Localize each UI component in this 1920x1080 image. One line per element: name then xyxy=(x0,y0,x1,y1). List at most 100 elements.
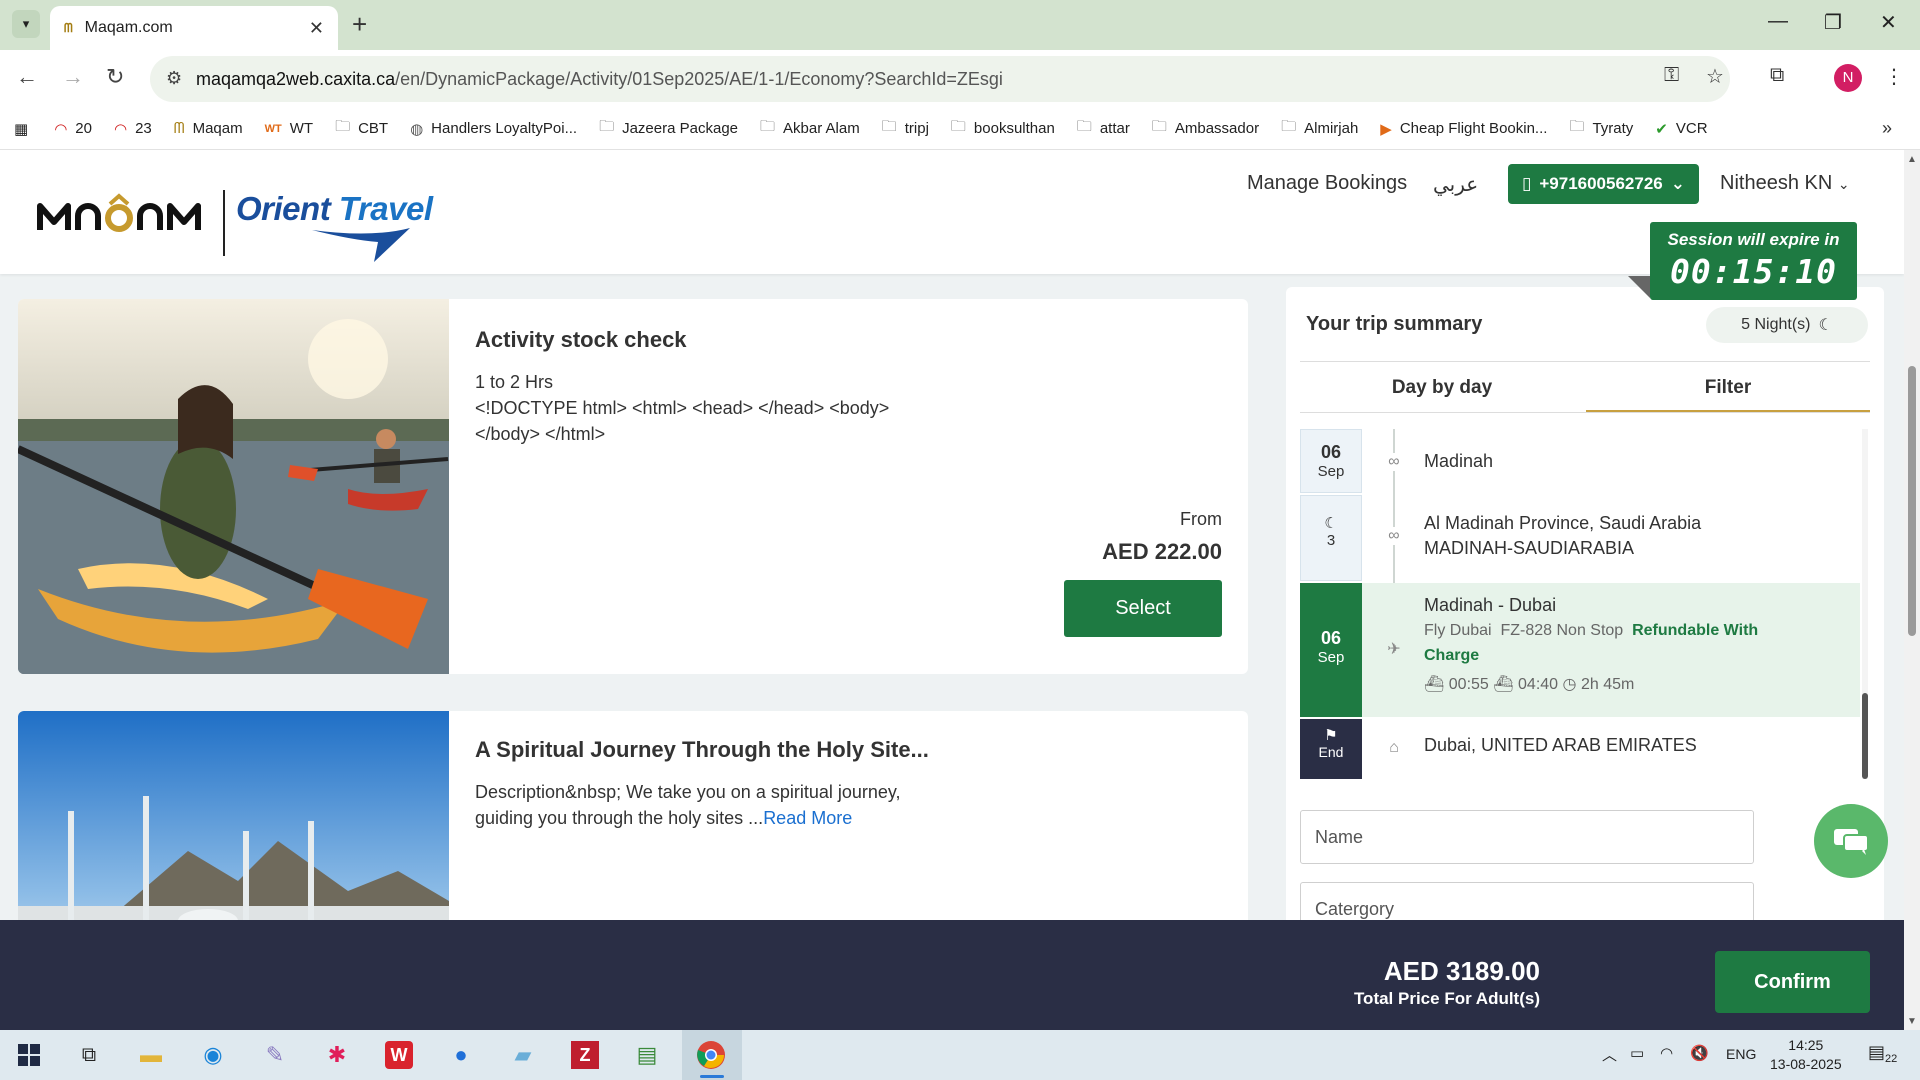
timeline-item-stay: Al Madinah Province, Saudi Arabia MADINA… xyxy=(1424,513,1702,558)
close-window-icon[interactable]: ✕ xyxy=(1880,10,1897,35)
confirm-button[interactable]: Confirm xyxy=(1715,951,1870,1013)
timeline-end: ⚑ End xyxy=(1300,719,1362,779)
phone-dropdown-button[interactable]: ▯ +971600562726 ⌄ xyxy=(1508,164,1699,204)
tab-filter[interactable]: Filter xyxy=(1586,371,1870,413)
bookmark-item[interactable]: ◍ Handlers LoyaltyPoi... xyxy=(410,120,577,138)
notifications-icon[interactable]: ▤22 xyxy=(1868,1042,1897,1065)
bookmark-item[interactable]: WT WT xyxy=(265,120,313,137)
paint-app-icon[interactable]: ✎ xyxy=(258,1038,292,1072)
minimize-icon[interactable]: — xyxy=(1768,10,1788,33)
restore-icon[interactable]: ❐ xyxy=(1824,10,1842,35)
filezilla-icon[interactable]: Z xyxy=(568,1038,602,1072)
read-more-link[interactable]: Read More xyxy=(763,808,852,828)
user-menu[interactable]: Nitheesh KN ⌄ xyxy=(1720,172,1850,195)
page-scrollbar[interactable]: ▲ ▼ xyxy=(1904,150,1920,1030)
more-bookmarks-icon[interactable]: » xyxy=(1882,118,1892,139)
timeline-scrollbar[interactable] xyxy=(1862,429,1868,779)
scroll-down-icon[interactable]: ▼ xyxy=(1907,1016,1917,1027)
battery-icon[interactable]: ▭ xyxy=(1630,1044,1644,1062)
bookmark-folder[interactable]: 🗀 CBT xyxy=(335,116,388,141)
filter-name-input[interactable]: Name xyxy=(1300,810,1754,864)
session-countdown: 00:15:10 xyxy=(1670,252,1837,291)
moon-icon: ☾ xyxy=(1324,515,1338,532)
browser-tab[interactable]: ᗰ Maqam.com ✕ xyxy=(50,6,338,50)
bookmark-item[interactable]: ᗰ Maqam xyxy=(174,120,243,137)
bookmark-folder[interactable]: 🗀 tripj xyxy=(882,116,929,141)
password-key-icon[interactable]: ⚿ xyxy=(1664,64,1679,87)
close-tab-icon[interactable]: ✕ xyxy=(309,18,324,39)
orient-travel-logo[interactable]: Orient Travel xyxy=(236,190,433,228)
timeline-date: 06 Sep xyxy=(1300,429,1362,493)
nights-badge: 5 Night(s) ☾ xyxy=(1706,307,1868,343)
session-timer-banner: Session will expire in 00:15:10 xyxy=(1650,222,1857,300)
apps-grid-icon[interactable]: ▦ xyxy=(14,120,28,138)
tab-search-button[interactable]: ▾ xyxy=(12,10,40,38)
bookmark-folder[interactable]: 🗀 Tyraty xyxy=(1569,116,1633,141)
bookmark-folder[interactable]: 🗀 Akbar Alam xyxy=(760,116,860,141)
mobile-phone-icon: ▯ xyxy=(1522,174,1532,193)
windows-start-icon[interactable] xyxy=(12,1038,46,1072)
tab-day-by-day[interactable]: Day by day xyxy=(1300,371,1584,413)
bookmark-folder[interactable]: 🗀 Almirjah xyxy=(1281,116,1358,141)
bookmark-folder[interactable]: 🗀 Jazeera Package xyxy=(599,116,738,141)
site-info-icon[interactable]: ⚙ xyxy=(166,68,182,89)
wps-office-icon[interactable]: W xyxy=(382,1038,416,1072)
timeline-scroll-thumb[interactable] xyxy=(1862,693,1868,779)
wifi-icon[interactable]: ◠ xyxy=(1660,1044,1673,1062)
profile-avatar[interactable]: N xyxy=(1834,64,1862,92)
timeline-item-flight[interactable]: Madinah - Dubai Fly Dubai FZ-828 Non Sto… xyxy=(1424,593,1844,697)
maqam-logo[interactable] xyxy=(36,192,206,247)
bookmark-item[interactable]: ◠ 20 xyxy=(54,120,92,138)
reload-icon[interactable]: ↻ xyxy=(106,64,124,90)
gauge-icon: ◠ xyxy=(113,120,128,138)
bookmark-item[interactable]: ▶ Cheap Flight Bookin... xyxy=(1380,120,1547,138)
url-input[interactable]: ⚙ maqamqa2web.caxita.ca/en/DynamicPackag… xyxy=(150,56,1730,102)
activity-description: 1 to 2 Hrs <!DOCTYPE html> <html> <head>… xyxy=(475,369,889,447)
bookmark-item[interactable]: ✔ VCR xyxy=(1655,120,1707,138)
volume-muted-icon[interactable]: 🔇 xyxy=(1690,1044,1709,1062)
bookmark-folder[interactable]: 🗀 Ambassador xyxy=(1152,116,1259,141)
scroll-up-icon[interactable]: ▲ xyxy=(1907,154,1917,165)
new-tab-button[interactable]: + xyxy=(352,10,367,38)
flight-times: ⛴ 00:55 ⛴ 04:40 ◷ 2h 45m xyxy=(1424,676,1635,693)
bookmark-star-icon[interactable]: ☆ xyxy=(1706,64,1724,89)
task-view-icon[interactable]: ⧉ xyxy=(72,1038,106,1072)
slack-icon[interactable]: ✱ xyxy=(320,1038,354,1072)
select-activity-button[interactable]: Select xyxy=(1064,580,1222,637)
flight-route: Madinah - Dubai xyxy=(1424,595,1557,615)
extensions-icon[interactable]: ⧉ xyxy=(1770,64,1784,87)
language-switch-link[interactable]: عربي xyxy=(1433,172,1478,197)
page-scroll-thumb[interactable] xyxy=(1908,366,1916,636)
tabs-divider xyxy=(1300,412,1870,413)
chrome-taskbar-icon[interactable] xyxy=(694,1038,728,1072)
taskbar-clock[interactable]: 14:25 13-08-2025 xyxy=(1770,1036,1842,1074)
input-language[interactable]: ENG xyxy=(1726,1046,1756,1062)
chart-app-icon[interactable]: ▤ xyxy=(630,1038,664,1072)
activity-title[interactable]: Activity stock check xyxy=(475,327,687,353)
browser-menu-icon[interactable]: ⋮ xyxy=(1884,64,1904,89)
notes-app-icon[interactable]: ▰ xyxy=(506,1038,540,1072)
vcr-favicon: ✔ xyxy=(1655,120,1668,138)
bookmark-folder[interactable]: 🗀 booksulthan xyxy=(951,116,1055,141)
tray-overflow-icon[interactable]: ︿ xyxy=(1602,1044,1617,1065)
bookmarks-bar: ▦ ◠ 20 ◠ 23 ᗰ Maqam WT WT 🗀 CBT ◍ Handlers Loy… xyxy=(0,108,1920,150)
edge-browser-icon[interactable]: ◉ xyxy=(196,1038,230,1072)
file-explorer-icon[interactable]: ▬ xyxy=(134,1038,168,1072)
timeline-date: 06 Sep xyxy=(1300,583,1362,717)
activity-title[interactable]: A Spiritual Journey Through the Holy Sit… xyxy=(475,737,929,763)
back-icon[interactable]: ← xyxy=(16,64,38,90)
url-host: maqamqa2web.caxita.ca xyxy=(196,68,396,89)
total-amount: AED 3189.00 xyxy=(1383,956,1540,986)
folder-icon: 🗀 xyxy=(760,118,776,135)
price-from-label: From xyxy=(1180,509,1222,529)
thunderbird-icon[interactable]: ● xyxy=(444,1038,478,1072)
forward-icon[interactable]: → xyxy=(62,64,84,90)
moon-icon: ☾ xyxy=(1818,317,1833,334)
activity-description: Description&nbsp; We take you on a spiri… xyxy=(475,782,901,828)
chat-button[interactable] xyxy=(1814,804,1888,878)
bookmark-item[interactable]: ◠ 23 xyxy=(114,120,152,138)
manage-bookings-link[interactable]: Manage Bookings xyxy=(1247,172,1407,195)
bookmark-folder[interactable]: 🗀 attar xyxy=(1077,116,1130,141)
flag-icon: ⚑ xyxy=(1324,727,1338,744)
chevron-down-icon: ⌄ xyxy=(1670,174,1685,193)
